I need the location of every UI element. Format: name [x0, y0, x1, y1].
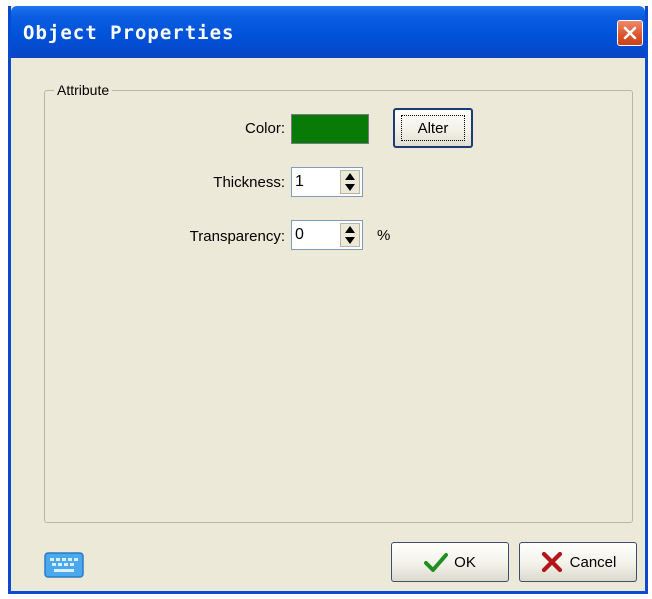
- close-button[interactable]: [617, 20, 643, 46]
- attribute-group-label: Attribute: [54, 82, 113, 98]
- arrow-up-icon: [345, 173, 355, 180]
- cancel-button-label: Cancel: [569, 553, 617, 571]
- arrow-up-icon: [345, 226, 355, 233]
- color-swatch[interactable]: [291, 114, 369, 144]
- ok-button[interactable]: OK: [391, 542, 509, 582]
- thickness-increment-button[interactable]: [341, 171, 359, 182]
- transparency-value[interactable]: 0: [295, 226, 304, 244]
- object-properties-dialog: Object Properties Attribute Color: Alter…: [8, 6, 648, 594]
- close-icon: [623, 26, 637, 40]
- transparency-spin-buttons: [340, 223, 360, 247]
- attribute-groupbox: [44, 90, 633, 523]
- cancel-button[interactable]: Cancel: [519, 542, 637, 582]
- thickness-value[interactable]: 1: [295, 173, 304, 191]
- transparency-unit: %: [377, 227, 391, 244]
- window-title: Object Properties: [23, 22, 235, 44]
- alter-button[interactable]: Alter: [393, 108, 473, 148]
- x-mark-icon: [541, 551, 562, 573]
- keyboard-icon[interactable]: [44, 552, 84, 578]
- transparency-decrement-button[interactable]: [341, 235, 359, 246]
- color-label: Color:: [244, 120, 285, 137]
- arrow-down-icon: [345, 184, 355, 191]
- title-bar[interactable]: Object Properties: [11, 6, 645, 58]
- thickness-spin-buttons: [340, 170, 360, 194]
- thickness-decrement-button[interactable]: [341, 182, 359, 193]
- checkmark-icon: [424, 553, 449, 572]
- thickness-label: Thickness:: [213, 174, 285, 191]
- transparency-increment-button[interactable]: [341, 224, 359, 235]
- transparency-label: Transparency:: [189, 228, 285, 245]
- ok-button-label: OK: [454, 553, 476, 571]
- thickness-spinbox[interactable]: 1: [291, 167, 363, 197]
- arrow-down-icon: [345, 237, 355, 244]
- transparency-spinbox[interactable]: 0: [291, 220, 363, 250]
- alter-button-label: Alter: [401, 115, 465, 141]
